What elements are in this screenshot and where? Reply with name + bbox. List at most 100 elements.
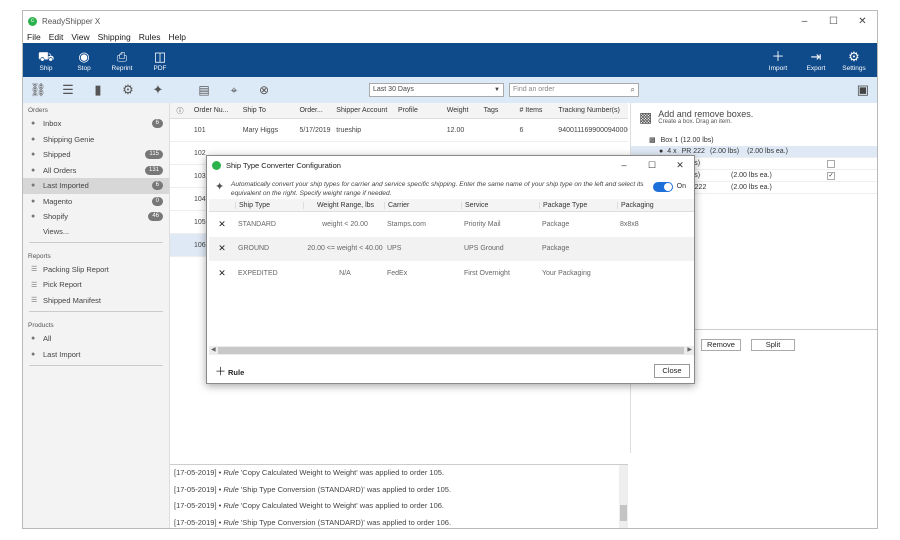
dialog-title: Ship Type Converter Configuration <box>226 160 341 170</box>
rule-row[interactable]: ✕ EXPEDITED N/A FedEx First Overnight Yo… <box>209 261 694 286</box>
orders-section-header: Orders <box>28 107 48 114</box>
scrollbar-thumb[interactable] <box>218 347 684 354</box>
sidebar-item-all-orders[interactable]: ● All Orders 131 <box>23 163 169 179</box>
menu-rules[interactable]: Rules <box>139 32 161 42</box>
delete-rule-icon[interactable]: ✕ <box>209 219 235 230</box>
sidebar-item-pick-report[interactable]: ☰ Pick Report <box>23 277 169 293</box>
close-button[interactable]: Close <box>654 364 690 378</box>
pdf-button[interactable]: ◫ PDF <box>141 43 179 77</box>
dialog-minimize-button[interactable]: – <box>610 160 638 170</box>
secondary-toolbar: ⛓ ☰ ▮ ⚙ ✦ ▤ ⌖ ⊗ Last 30 Days ▼ Find an o… <box>23 77 877 103</box>
document-icon[interactable]: ▤ <box>189 83 219 97</box>
sidebar-views-link[interactable]: Views... <box>23 225 169 239</box>
crosshair-icon[interactable]: ⌖ <box>219 83 249 98</box>
sidebar-item-shopify[interactable]: ● Shopify 46 <box>23 209 169 225</box>
enable-toggle[interactable] <box>652 182 673 192</box>
sidebar-item-products-all[interactable]: ● All <box>23 331 169 347</box>
tag-icon: ● <box>659 148 664 155</box>
count-badge: 6 <box>151 119 163 129</box>
minimize-button[interactable]: – <box>790 16 819 27</box>
menu-help[interactable]: Help <box>168 32 185 42</box>
sidebar-item-magento[interactable]: ● Magento 0 <box>23 194 169 210</box>
tag-icon: ● <box>31 350 36 358</box>
log-entry: [17-05-2019] • Rule 'Ship Type Conversio… <box>174 517 452 527</box>
scroll-left-icon[interactable]: ◀ <box>211 346 216 353</box>
date-filter-select[interactable]: Last 30 Days ▼ <box>369 83 504 97</box>
scrollbar-thumb[interactable] <box>620 505 627 521</box>
rules-table-header: Ship Type Weight Range, lbs Carrier Serv… <box>209 199 694 212</box>
toggle-label: On <box>676 183 686 190</box>
split-button[interactable]: Split <box>751 339 795 351</box>
column-header[interactable]: Shipper Account <box>332 107 394 114</box>
log-entry: [17-05-2019] • Rule 'Copy Calculated Wei… <box>174 501 444 510</box>
sidebar-item-shipping-genie[interactable]: ● Shipping Genie <box>23 132 169 148</box>
sidebar-item-inbox[interactable]: ● Inbox 6 <box>23 116 169 132</box>
rule-row[interactable]: ✕ STANDARD weight < 20.00 Stamps.com Pri… <box>209 212 694 237</box>
reprint-button[interactable]: ⎙ Reprint <box>103 43 141 77</box>
table-row[interactable]: 101 Mary Higgs 5/17/2019 trueship 12.00 … <box>170 119 628 142</box>
maximize-button[interactable]: ☐ <box>819 16 848 27</box>
menu-file[interactable]: File <box>27 32 41 42</box>
column-header[interactable]: Profile <box>394 107 443 114</box>
order-search-input[interactable]: Find an order ⌕ <box>509 83 639 97</box>
scroll-right-icon[interactable]: ▶ <box>687 346 692 353</box>
list-icon[interactable]: ☰ <box>53 82 83 98</box>
ship-button[interactable]: ⛟ Ship <box>27 43 65 77</box>
count-badge: 0 <box>151 196 163 206</box>
item-checkbox-checked[interactable]: ✓ <box>827 171 835 180</box>
sidebar-item-last-imported[interactable]: ● Last Imported 6 <box>23 178 169 194</box>
tag-icon[interactable]: ⛓ <box>23 82 53 98</box>
products-section-header: Products <box>28 322 54 329</box>
import-button[interactable]: ＋ Import <box>759 43 797 77</box>
sidebar-item-shipped-manifest[interactable]: ☰ Shipped Manifest <box>23 293 169 309</box>
remove-button[interactable]: Remove <box>701 339 741 351</box>
horizontal-scrollbar[interactable]: ◀ ▶ <box>209 346 694 355</box>
toggle-knob <box>663 183 672 191</box>
dialog-close-icon[interactable]: ✕ <box>666 160 694 171</box>
column-header[interactable]: # Items <box>515 107 554 114</box>
divider <box>29 241 163 243</box>
menu-edit[interactable]: Edit <box>49 32 64 42</box>
menu-view[interactable]: View <box>71 32 89 42</box>
column-header[interactable]: Weight <box>443 107 480 114</box>
cancel-circle-icon[interactable]: ⊗ <box>249 83 279 97</box>
column-header: Service <box>461 201 539 209</box>
rule-row[interactable]: ✕ GROUND 20.00 <= weight < 40.00 UPS UPS… <box>209 236 694 261</box>
column-header[interactable]: Tracking Number(s) <box>554 107 628 114</box>
plus-icon: ＋ <box>771 48 785 64</box>
tag-icon: ● <box>31 197 36 205</box>
export-button[interactable]: ⇥ Export <box>797 43 835 77</box>
delete-rule-icon[interactable]: ✕ <box>209 268 235 279</box>
boxes-panel-subtitle: Create a box. Drag an item. <box>658 119 732 125</box>
sidebar-item-shipped[interactable]: ● Shipped 115 <box>23 147 169 163</box>
settings-button[interactable]: ⚙ Settings <box>835 43 873 77</box>
ticket-icon[interactable]: ▮ <box>83 82 113 98</box>
column-header[interactable]: Ship To <box>239 107 296 114</box>
delete-rule-icon[interactable]: ✕ <box>209 243 235 254</box>
magic-wand-icon[interactable]: ✦ <box>143 82 173 98</box>
settings-gears-icon[interactable]: ⚙ <box>113 82 143 98</box>
search-icon: ⌕ <box>630 85 635 94</box>
sidebar-item-products-last-import[interactable]: ● Last Import <box>23 347 169 363</box>
tag-icon: ● <box>31 335 36 343</box>
title-bar: c ReadyShipper X – ☐ ✕ <box>23 11 877 31</box>
item-checkbox[interactable] <box>827 159 835 168</box>
dialog-maximize-button[interactable]: ☐ <box>638 160 666 171</box>
dialog-footer: ＋ Rule Close <box>207 359 696 383</box>
reports-section-header: Reports <box>28 252 51 260</box>
column-header[interactable]: Order Nu... <box>190 107 239 114</box>
close-box-icon[interactable]: ▣ <box>857 82 869 98</box>
column-header[interactable]: Tags <box>480 107 516 114</box>
add-rule-button[interactable]: ＋ Rule <box>215 363 244 379</box>
menu-shipping[interactable]: Shipping <box>98 32 131 42</box>
report-icon: ☰ <box>31 297 38 305</box>
box-row[interactable]: ▩ Box 1 (12.00 lbs) <box>631 134 877 146</box>
close-window-button[interactable]: ✕ <box>848 16 877 27</box>
sidebar-item-packing-slip-report[interactable]: ☰ Packing Slip Report <box>23 262 169 278</box>
log-scrollbar[interactable] <box>619 465 628 528</box>
dialog-description: Automatically convert your ship types fo… <box>230 181 644 197</box>
tag-icon: ● <box>31 166 36 174</box>
log-entry: [17-05-2019] • Rule 'Copy Calculated Wei… <box>174 468 444 477</box>
column-header[interactable]: Order... <box>295 107 332 114</box>
stop-button[interactable]: ◉ Stop <box>65 43 103 77</box>
